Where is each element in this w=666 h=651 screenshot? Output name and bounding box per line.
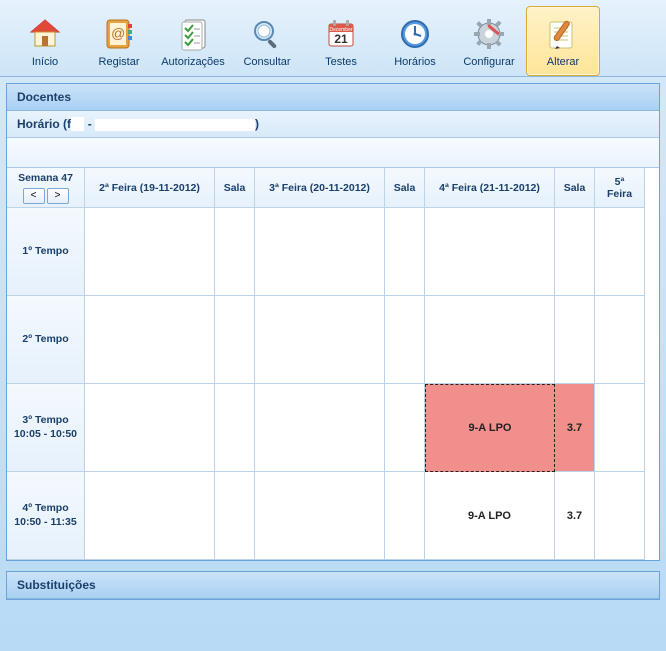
row-4-label: 4º Tempo [22, 502, 68, 516]
cell-r4-tue[interactable] [255, 472, 385, 560]
schedule-grid: Semana 47 < > 2ª Feira (19-11-2012) Sala… [7, 168, 659, 560]
week-next-button[interactable]: > [47, 188, 69, 204]
horario-label-redacted-name [95, 119, 255, 131]
horario-blank-band [7, 138, 659, 168]
magnifier-icon [247, 14, 287, 54]
row-4-time: 10:50 - 11:35 [14, 516, 76, 530]
col-header-thu: 5ª Feira [595, 168, 645, 208]
row-2-header: 2º Tempo [7, 296, 85, 384]
consult-button[interactable]: Consultar [230, 6, 304, 76]
horario-label-prefix: Horário (f [17, 117, 71, 131]
clock-icon [395, 14, 435, 54]
cell-r3-mon-sala[interactable] [215, 384, 255, 472]
pencil-note-icon [543, 14, 583, 54]
consult-label: Consultar [243, 56, 290, 68]
col-header-sala-1: Sala [215, 168, 255, 208]
main-toolbar: Início @ Registar Autorizações Consultar… [0, 0, 666, 77]
col-header-tue: 3ª Feira (20-11-2012) [255, 168, 385, 208]
cell-r2-mon[interactable] [85, 296, 215, 384]
tests-button[interactable]: December21 Testes [304, 6, 378, 76]
svg-text:21: 21 [334, 32, 348, 46]
tests-label: Testes [325, 56, 357, 68]
horario-label-sep: - [84, 117, 95, 131]
cell-r3-wed-sala[interactable]: 3.7 [555, 384, 595, 472]
week-header-cell: Semana 47 < > [7, 168, 85, 208]
col-header-sala-2: Sala [385, 168, 425, 208]
svg-text:@: @ [111, 25, 125, 41]
subs-header: Substituições [7, 572, 659, 599]
cell-r3-tue-sala[interactable] [385, 384, 425, 472]
week-prev-button[interactable]: < [23, 188, 45, 204]
horario-label-tail: ) [255, 117, 259, 131]
cell-r1-tue-sala[interactable] [385, 208, 425, 296]
cell-r2-tue[interactable] [255, 296, 385, 384]
gear-icon [469, 14, 509, 54]
authorizations-button[interactable]: Autorizações [156, 6, 230, 76]
configure-label: Configurar [463, 56, 514, 68]
week-nav: < > [23, 188, 69, 204]
checklist-icon [173, 14, 213, 54]
cell-r1-wed-sala[interactable] [555, 208, 595, 296]
col-header-sala-3: Sala [555, 168, 595, 208]
horario-subheader: Horário (f00 - ) [7, 111, 659, 138]
docentes-header: Docentes [7, 84, 659, 111]
cell-r2-thu[interactable] [595, 296, 645, 384]
cell-r3-thu[interactable] [595, 384, 645, 472]
cell-r4-wed-sala[interactable]: 3.7 [555, 472, 595, 560]
col-header-wed: 4ª Feira (21-11-2012) [425, 168, 555, 208]
cell-r4-thu[interactable] [595, 472, 645, 560]
register-label: Registar [99, 56, 140, 68]
cell-r1-wed[interactable] [425, 208, 555, 296]
cell-r3-mon[interactable] [85, 384, 215, 472]
cell-r2-tue-sala[interactable] [385, 296, 425, 384]
row-2-label: 2º Tempo [22, 333, 68, 347]
cell-r2-mon-sala[interactable] [215, 296, 255, 384]
cell-r1-mon-sala[interactable] [215, 208, 255, 296]
home-icon [25, 14, 65, 54]
row-3-time: 10:05 - 10:50 [14, 428, 77, 442]
schedules-button[interactable]: Horários [378, 6, 452, 76]
row-3-header: 3º Tempo 10:05 - 10:50 [7, 384, 85, 472]
cell-r2-wed-sala[interactable] [555, 296, 595, 384]
cell-r1-thu[interactable] [595, 208, 645, 296]
schedules-label: Horários [394, 56, 436, 68]
col-header-mon: 2ª Feira (19-11-2012) [85, 168, 215, 208]
row-4-header: 4º Tempo 10:50 - 11:35 [7, 472, 85, 560]
cell-r4-mon-sala[interactable] [215, 472, 255, 560]
authorizations-label: Autorizações [161, 56, 225, 68]
cell-r4-tue-sala[interactable] [385, 472, 425, 560]
edit-label: Alterar [547, 56, 579, 68]
row-1-header: 1º Tempo [7, 208, 85, 296]
subs-section: Substituições [6, 571, 660, 600]
home-label: Início [32, 56, 58, 68]
configure-button[interactable]: Configurar [452, 6, 526, 76]
row-1-label: 1º Tempo [22, 245, 68, 259]
week-label: Semana 47 [18, 172, 73, 184]
cell-r3-tue[interactable] [255, 384, 385, 472]
register-button[interactable]: @ Registar [82, 6, 156, 76]
row-3-label: 3º Tempo [22, 414, 68, 428]
cell-r3-wed[interactable]: 9-A LPO [425, 384, 555, 472]
cell-r1-tue[interactable] [255, 208, 385, 296]
docentes-section: Docentes Horário (f00 - ) Semana 47 < > … [6, 83, 660, 561]
horario-label-redacted-id: 00 [71, 117, 84, 131]
edit-button[interactable]: Alterar [526, 6, 600, 76]
home-button[interactable]: Início [8, 6, 82, 76]
cell-r2-wed[interactable] [425, 296, 555, 384]
calendar-icon: December21 [321, 14, 361, 54]
cell-r1-mon[interactable] [85, 208, 215, 296]
cell-r4-wed[interactable]: 9-A LPO [425, 472, 555, 560]
address-book-icon: @ [99, 14, 139, 54]
cell-r4-mon[interactable] [85, 472, 215, 560]
